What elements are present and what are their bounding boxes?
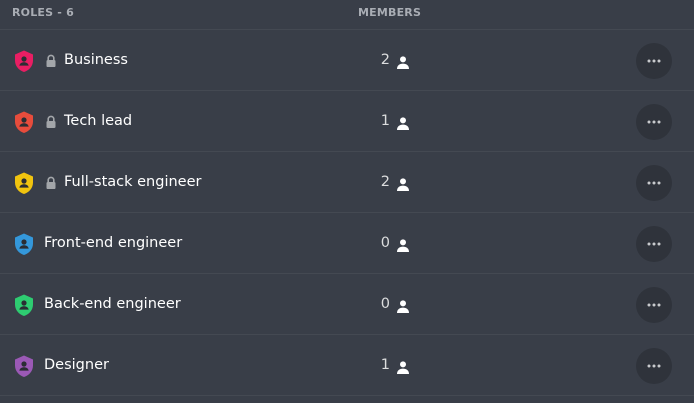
shield-person-icon [12, 232, 36, 256]
role-row[interactable]: Designer 1 [0, 335, 694, 396]
more-options-button[interactable] [636, 165, 672, 201]
shield-person-icon [12, 354, 36, 378]
person-icon[interactable] [396, 298, 410, 313]
person-icon[interactable] [396, 176, 410, 191]
person-icon[interactable] [396, 54, 410, 69]
roles-header: ROLES - 6 MEMBERS [0, 0, 694, 30]
more-options-button[interactable] [636, 348, 672, 384]
person-icon[interactable] [396, 115, 410, 130]
shield-person-icon [12, 49, 36, 73]
member-count[interactable]: 2 [372, 173, 390, 191]
members-column-header: MEMBERS [358, 6, 422, 19]
member-count[interactable]: 0 [372, 295, 390, 313]
role-name: Designer [44, 357, 109, 373]
shield-person-icon [12, 171, 36, 195]
more-options-icon [647, 303, 661, 307]
shield-person-icon [12, 293, 36, 317]
roles-count-label: ROLES - 6 [12, 6, 74, 19]
member-count[interactable]: 2 [372, 51, 390, 69]
role-row[interactable]: Back-end engineer 0 [0, 274, 694, 335]
role-row[interactable]: Tech lead 1 [0, 91, 694, 152]
more-options-button[interactable] [636, 287, 672, 323]
role-name: Business [64, 52, 128, 68]
role-name: Front-end engineer [44, 235, 183, 251]
lock-icon [45, 114, 57, 128]
role-row[interactable]: Front-end engineer 0 [0, 213, 694, 274]
person-icon[interactable] [396, 237, 410, 252]
shield-person-icon [12, 110, 36, 134]
lock-icon [45, 53, 57, 67]
role-name: Tech lead [64, 113, 133, 129]
person-icon[interactable] [396, 359, 410, 374]
more-options-icon [647, 120, 661, 124]
role-row[interactable]: Full-stack engineer 2 [0, 152, 694, 213]
more-options-icon [647, 181, 661, 185]
member-count[interactable]: 0 [372, 234, 390, 252]
more-options-icon [647, 242, 661, 246]
more-options-icon [647, 59, 661, 63]
roles-list: Business 2 Tech lead 1 Full-stack engineer 2 F… [0, 30, 694, 396]
more-options-button[interactable] [636, 43, 672, 79]
role-name: Full-stack engineer [64, 174, 202, 190]
more-options-icon [647, 364, 661, 368]
member-count[interactable]: 1 [372, 356, 390, 374]
member-count[interactable]: 1 [372, 112, 390, 130]
more-options-button[interactable] [636, 226, 672, 262]
role-row[interactable]: Business 2 [0, 30, 694, 91]
lock-icon [45, 175, 57, 189]
role-name: Back-end engineer [44, 296, 181, 312]
more-options-button[interactable] [636, 104, 672, 140]
